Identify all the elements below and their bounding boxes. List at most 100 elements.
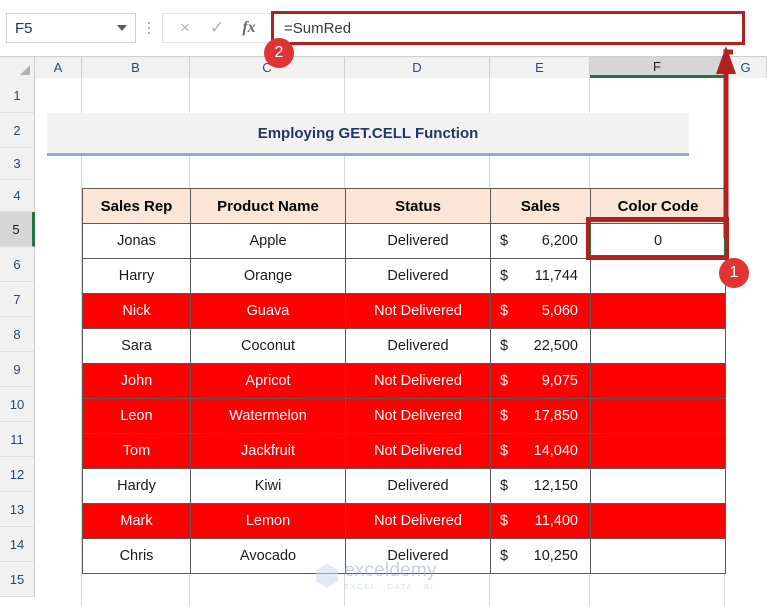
cell-status[interactable]: Delivered	[345, 468, 491, 504]
cell-sales-rep[interactable]: Tom	[82, 433, 191, 469]
row-header-3[interactable]: 3	[0, 148, 35, 180]
cell-sales-rep[interactable]: John	[82, 363, 191, 399]
name-box[interactable]: F5	[6, 13, 136, 43]
row-header-11[interactable]: 11	[0, 422, 35, 457]
sales-amount: 17,850	[533, 408, 578, 424]
cell-status[interactable]: Not Delivered	[345, 433, 491, 469]
row-header-2[interactable]: 2	[0, 113, 35, 148]
sales-amount: 9,075	[541, 373, 578, 389]
cell-sales[interactable]: $14,040	[490, 433, 591, 469]
table-row[interactable]: Jonas Apple Delivered $6,200 0	[82, 223, 726, 259]
cell-sales[interactable]: $12,150	[490, 468, 591, 504]
cell-sales-rep[interactable]: Hardy	[82, 468, 191, 504]
cell-product[interactable]: Kiwi	[190, 468, 346, 504]
table-row[interactable]: Tom Jackfruit Not Delivered $14,040	[82, 433, 726, 469]
sales-amount: 12,150	[533, 478, 578, 494]
chevron-down-icon[interactable]	[117, 25, 127, 31]
column-header-g[interactable]: G	[725, 57, 767, 78]
cancel-icon[interactable]: ×	[169, 14, 201, 42]
cell-sales[interactable]: $11,400	[490, 503, 591, 539]
cell-sales-rep[interactable]: Nick	[82, 293, 191, 329]
cell-product[interactable]: Watermelon	[190, 398, 346, 434]
cell-sales-rep[interactable]: Jonas	[82, 223, 191, 259]
cell-sales-rep[interactable]: Chris	[82, 538, 191, 574]
row-header-13[interactable]: 13	[0, 492, 35, 527]
cell-status[interactable]: Delivered	[345, 223, 491, 259]
callout-badge-1: 1	[719, 258, 749, 288]
cell-color-code[interactable]	[590, 293, 726, 329]
row-header-15[interactable]: 15	[0, 562, 35, 597]
cell-status[interactable]: Not Delivered	[345, 363, 491, 399]
row-header-4[interactable]: 4	[0, 180, 35, 212]
table-row[interactable]: Harry Orange Delivered $11,744	[82, 258, 726, 294]
cell-sales[interactable]: $17,850	[490, 398, 591, 434]
cell-status[interactable]: Not Delivered	[345, 293, 491, 329]
cell-color-code[interactable]	[590, 258, 726, 294]
cell-sales-rep[interactable]: Harry	[82, 258, 191, 294]
cell-product[interactable]: Apple	[190, 223, 346, 259]
sales-amount: 11,744	[534, 268, 578, 284]
cell-sales[interactable]: $11,744	[490, 258, 591, 294]
cell-product[interactable]: Coconut	[190, 328, 346, 364]
table-header-row: Sales Rep Product Name Status Sales Colo…	[82, 188, 726, 224]
cell-color-code[interactable]	[590, 538, 726, 574]
cell-status[interactable]: Delivered	[345, 258, 491, 294]
column-header-f[interactable]: F	[590, 57, 725, 78]
row-header-9[interactable]: 9	[0, 352, 35, 387]
table-row[interactable]: Sara Coconut Delivered $22,500	[82, 328, 726, 364]
table-row[interactable]: Hardy Kiwi Delivered $12,150	[82, 468, 726, 504]
cell-product[interactable]: Guava	[190, 293, 346, 329]
cell-sales[interactable]: $10,250	[490, 538, 591, 574]
cell-product[interactable]: Jackfruit	[190, 433, 346, 469]
row-header-5[interactable]: 5	[0, 212, 35, 247]
cell-status[interactable]: Delivered	[345, 328, 491, 364]
sales-amount: 22,500	[533, 338, 578, 354]
column-header-a[interactable]: A	[35, 57, 82, 78]
select-all-corner[interactable]	[0, 57, 35, 78]
table-row[interactable]: John Apricot Not Delivered $9,075	[82, 363, 726, 399]
cell-status[interactable]: Not Delivered	[345, 503, 491, 539]
cell-sales[interactable]: $9,075	[490, 363, 591, 399]
row-header-1[interactable]: 1	[0, 78, 35, 113]
insert-function-icon[interactable]: fx	[233, 14, 265, 42]
formula-bar-grip[interactable]	[140, 13, 158, 43]
cell-color-code[interactable]	[590, 433, 726, 469]
row-header-column: 1 2 3 4 5 6 7 8 9 10 11 12 13 14 15	[0, 78, 35, 597]
column-header-d[interactable]: D	[345, 57, 490, 78]
row-header-8[interactable]: 8	[0, 317, 35, 352]
table-row[interactable]: Leon Watermelon Not Delivered $17,850	[82, 398, 726, 434]
row-header-12[interactable]: 12	[0, 457, 35, 492]
cell-product[interactable]: Apricot	[190, 363, 346, 399]
row-header-14[interactable]: 14	[0, 527, 35, 562]
page-title: Employing GET.CELL Function	[257, 124, 479, 142]
table-row[interactable]: Nick Guava Not Delivered $5,060	[82, 293, 726, 329]
cell-color-code[interactable]	[590, 468, 726, 504]
column-header-e[interactable]: E	[490, 57, 590, 78]
cell-product[interactable]: Lemon	[190, 503, 346, 539]
confirm-icon[interactable]: ✓	[201, 14, 233, 42]
cell-sales[interactable]: $22,500	[490, 328, 591, 364]
cell-sales[interactable]: $6,200	[490, 223, 591, 259]
formula-input[interactable]: =SumRed	[271, 11, 745, 45]
cell-sales[interactable]: $5,060	[490, 293, 591, 329]
currency-symbol: $	[500, 513, 509, 529]
sales-amount: 6,200	[541, 233, 578, 249]
cell-status[interactable]: Not Delivered	[345, 398, 491, 434]
cell-color-code[interactable]	[590, 398, 726, 434]
cell-sales-rep[interactable]: Mark	[82, 503, 191, 539]
cell-sales-rep[interactable]: Leon	[82, 398, 191, 434]
row-header-10[interactable]: 10	[0, 387, 35, 422]
row-header-7[interactable]: 7	[0, 282, 35, 317]
formula-text: =SumRed	[284, 19, 352, 37]
cell-color-code[interactable]: 0	[590, 223, 726, 259]
column-header-b[interactable]: B	[82, 57, 190, 78]
table-row[interactable]: Mark Lemon Not Delivered $11,400	[82, 503, 726, 539]
cell-product[interactable]: Orange	[190, 258, 346, 294]
cell-color-code[interactable]	[590, 328, 726, 364]
column-header-status: Status	[345, 188, 491, 224]
cell-color-code[interactable]	[590, 363, 726, 399]
column-header-row: ABCDEFG	[0, 56, 767, 78]
cell-color-code[interactable]	[590, 503, 726, 539]
cell-sales-rep[interactable]: Sara	[82, 328, 191, 364]
row-header-6[interactable]: 6	[0, 247, 35, 282]
